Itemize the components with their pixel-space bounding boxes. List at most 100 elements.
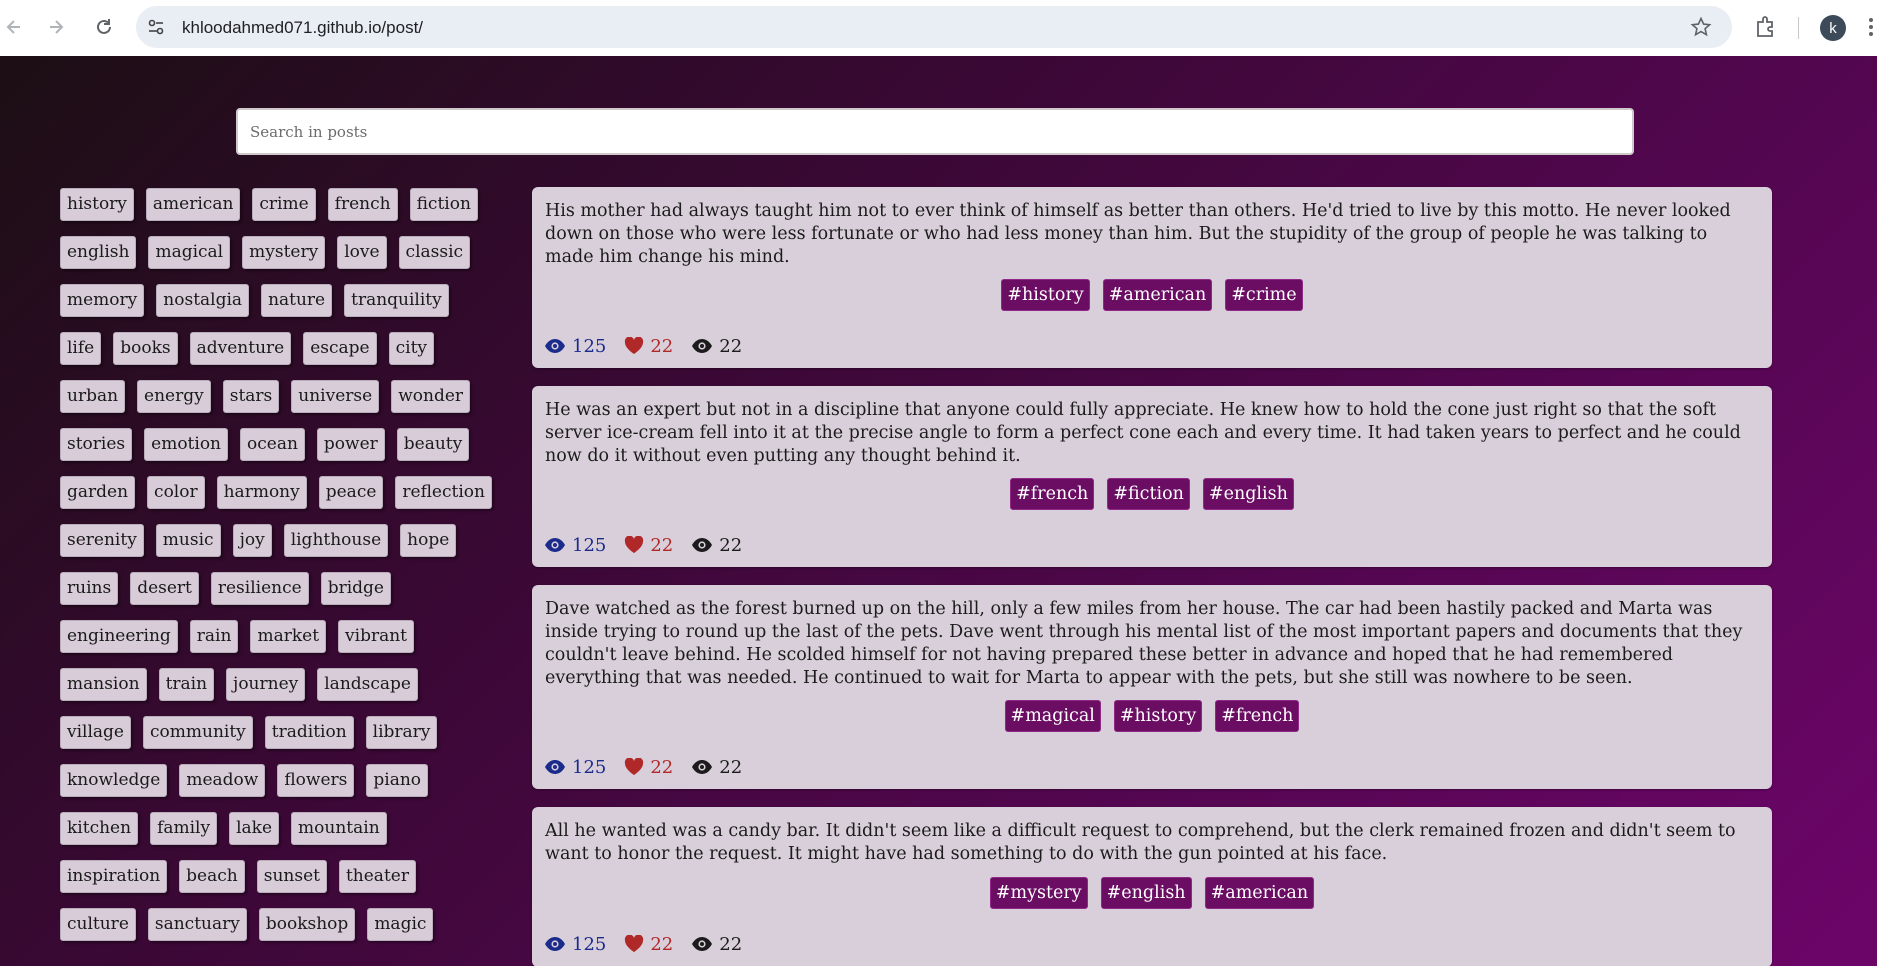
tag-chip[interactable]: inspiration [60,860,168,893]
tag-chip[interactable]: community [143,716,253,749]
tag-chip[interactable]: life [60,332,102,365]
tag-chip[interactable]: ruins [60,572,119,605]
post-tag[interactable]: #english [1202,478,1294,510]
seen-stat[interactable]: 22 [691,934,742,955]
tag-chip[interactable]: sanctuary [147,908,247,941]
seen-stat[interactable]: 22 [691,336,742,357]
tag-chip[interactable]: landscape [317,668,418,701]
tag-chip[interactable]: stories [60,428,133,461]
tag-chip[interactable]: french [327,188,398,221]
tag-chip[interactable]: emotion [144,428,229,461]
tag-chip[interactable]: knowledge [60,764,168,797]
tag-chip[interactable]: hope [400,524,457,557]
tag-chip[interactable]: serenity [60,524,144,557]
extensions-icon[interactable] [1753,14,1779,40]
tag-chip[interactable]: wonder [391,380,471,413]
tag-chip[interactable]: mystery [242,236,326,269]
tag-chip[interactable]: rain [189,620,239,653]
tag-chip[interactable]: peace [318,476,384,509]
tag-chip[interactable]: beauty [396,428,470,461]
tag-chip[interactable]: tradition [264,716,354,749]
likes-stat[interactable]: 22 [624,934,673,955]
tag-chip[interactable]: music [155,524,221,557]
tag-chip[interactable]: classic [398,236,471,269]
tag-chip[interactable]: fiction [409,188,478,221]
post-tag[interactable]: #french [1010,478,1095,510]
tag-chip[interactable]: english [60,236,137,269]
tag-chip[interactable]: journey [226,668,306,701]
tag-chip[interactable]: train [158,668,215,701]
forward-arrow-icon[interactable] [42,13,70,41]
tag-chip[interactable]: tranquility [344,284,449,317]
tag-chip[interactable]: memory [60,284,145,317]
tag-chip[interactable]: kitchen [60,812,139,845]
post-tag[interactable]: #french [1215,700,1300,732]
post-tag[interactable]: #history [1001,279,1090,311]
tag-chip[interactable]: american [145,188,241,221]
tag-chip[interactable]: books [113,332,178,365]
tag-chip[interactable]: mountain [291,812,387,845]
tag-chip[interactable]: resilience [210,572,309,605]
tag-chip[interactable]: culture [60,908,136,941]
likes-stat[interactable]: 22 [624,757,673,778]
back-arrow-icon[interactable] [0,13,28,41]
site-settings-icon[interactable] [146,17,166,37]
tag-chip[interactable]: power [316,428,385,461]
tag-chip[interactable]: joy [232,524,272,557]
tag-chip[interactable]: urban [60,380,126,413]
profile-avatar[interactable]: k [1820,15,1846,41]
tag-chip[interactable]: mansion [60,668,147,701]
tag-chip[interactable]: harmony [216,476,307,509]
post-tag[interactable]: #mystery [989,877,1088,909]
tag-chip[interactable]: market [250,620,327,653]
tag-chip[interactable]: energy [137,380,211,413]
tag-chip[interactable]: village [60,716,131,749]
tag-chip[interactable]: crime [252,188,316,221]
likes-stat[interactable]: 22 [624,535,673,556]
tag-chip[interactable]: theater [338,860,416,893]
tag-chip[interactable]: lighthouse [283,524,389,557]
tag-chip[interactable]: love [337,236,387,269]
bookmark-star-icon[interactable] [1690,16,1712,38]
post-tag[interactable]: #fiction [1107,478,1190,510]
tag-chip[interactable]: piano [366,764,429,797]
tag-chip[interactable]: meadow [179,764,266,797]
tag-chip[interactable]: garden [60,476,136,509]
url-text[interactable]: khloodahmed071.github.io/post/ [182,18,423,38]
tag-chip[interactable]: desert [130,572,199,605]
tag-chip[interactable]: flowers [277,764,355,797]
tag-chip[interactable]: vibrant [338,620,414,653]
post-tag[interactable]: #magical [1004,700,1101,732]
tag-chip[interactable]: nature [261,284,333,317]
tag-chip[interactable]: history [60,188,134,221]
tag-chip[interactable]: escape [303,332,377,365]
views-stat[interactable]: 125 [544,535,606,556]
search-input[interactable] [236,108,1634,155]
post-tag[interactable]: #american [1102,279,1213,311]
likes-stat[interactable]: 22 [624,336,673,357]
seen-stat[interactable]: 22 [691,757,742,778]
seen-stat[interactable]: 22 [691,535,742,556]
tag-chip[interactable]: reflection [395,476,492,509]
reload-icon[interactable] [90,13,118,41]
tag-chip[interactable]: stars [222,380,280,413]
views-stat[interactable]: 125 [544,934,606,955]
tag-chip[interactable]: magic [367,908,434,941]
tag-chip[interactable]: city [388,332,435,365]
tag-chip[interactable]: nostalgia [156,284,250,317]
tag-chip[interactable]: sunset [256,860,327,893]
tag-chip[interactable]: adventure [189,332,292,365]
tag-chip[interactable]: family [150,812,218,845]
tag-chip[interactable]: library [365,716,438,749]
post-tag[interactable]: #crime [1225,279,1303,311]
tag-chip[interactable]: color [147,476,205,509]
tag-chip[interactable]: bridge [320,572,391,605]
tag-chip[interactable]: magical [148,236,231,269]
tag-chip[interactable]: beach [179,860,245,893]
tag-chip[interactable]: bookshop [258,908,356,941]
kebab-menu-icon[interactable] [1864,14,1877,40]
tag-chip[interactable]: lake [229,812,280,845]
post-tag[interactable]: #american [1204,877,1315,909]
tag-chip[interactable]: universe [291,380,380,413]
address-bar[interactable]: khloodahmed071.github.io/post/ [136,6,1732,48]
